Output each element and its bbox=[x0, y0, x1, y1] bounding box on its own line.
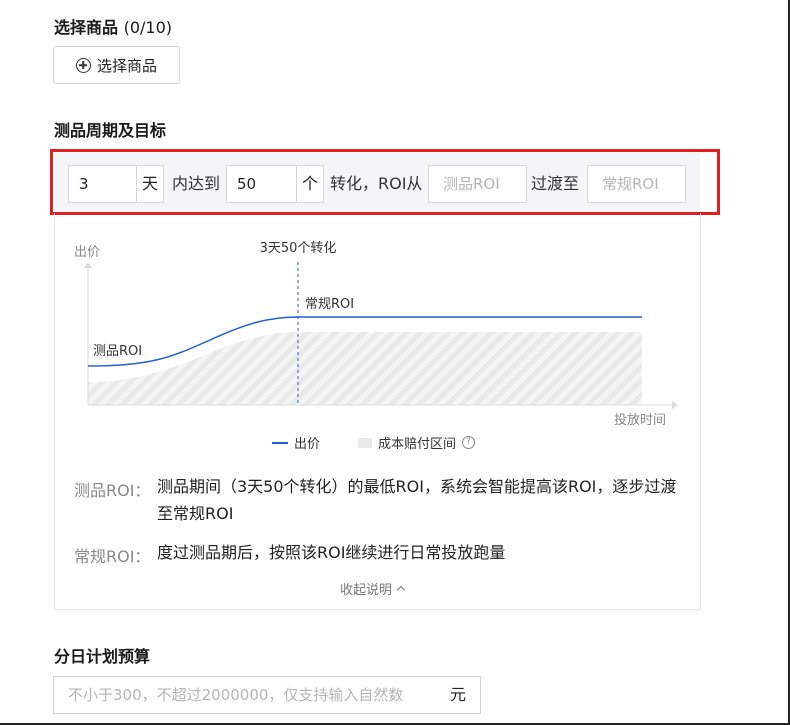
legend-compensation: 成本赔付区间 ? bbox=[358, 433, 476, 452]
legend-compensation-swatch bbox=[358, 437, 372, 448]
regular-roi-desc-label: 常规ROI： bbox=[74, 547, 151, 566]
chevron-up-icon bbox=[396, 585, 406, 595]
budget-unit: 元 bbox=[449, 685, 466, 704]
bid-chart: 出价 投放时间 3天50个转化 测品ROI 常规ROI bbox=[74, 241, 678, 428]
regular-roi-desc-text: 度过测品期后，按照该ROI继续进行日常投放跑量 bbox=[157, 543, 506, 562]
x-axis-label: 投放时间 bbox=[614, 412, 666, 428]
y-axis-label: 出价 bbox=[74, 245, 100, 260]
test-roi-desc-text: 测品期间（3天50个转化）的最低ROI，系统会智能提高该ROI，逐步过渡至常规R… bbox=[157, 477, 677, 523]
y-axis-arrow bbox=[84, 262, 92, 268]
marker-label: 3天50个转化 bbox=[260, 241, 337, 256]
test-roi-desc-label: 测品ROI： bbox=[74, 481, 151, 500]
budget-title: 分日计划预算 bbox=[54, 647, 151, 666]
x-axis-arrow bbox=[672, 401, 678, 409]
compensation-area bbox=[88, 332, 642, 405]
budget-placeholder: 不小于300，不超过2000000，仅支持输入自然数 bbox=[68, 686, 404, 704]
test-roi-label: 测品ROI bbox=[93, 344, 142, 359]
legend-bid-swatch bbox=[272, 441, 288, 444]
collapse-description-link[interactable]: 收起说明 bbox=[340, 579, 406, 598]
legend-bid-label: 出价 bbox=[294, 437, 321, 452]
legend-bid: 出价 bbox=[272, 433, 320, 452]
help-icon[interactable]: ? bbox=[462, 436, 476, 449]
legend-compensation-label: 成本赔付区间 bbox=[378, 437, 457, 452]
daily-budget-input[interactable]: 不小于300，不超过2000000，仅支持输入自然数 元 bbox=[53, 676, 481, 714]
regular-roi-label: 常规ROI bbox=[305, 297, 354, 312]
collapse-label: 收起说明 bbox=[340, 583, 393, 598]
